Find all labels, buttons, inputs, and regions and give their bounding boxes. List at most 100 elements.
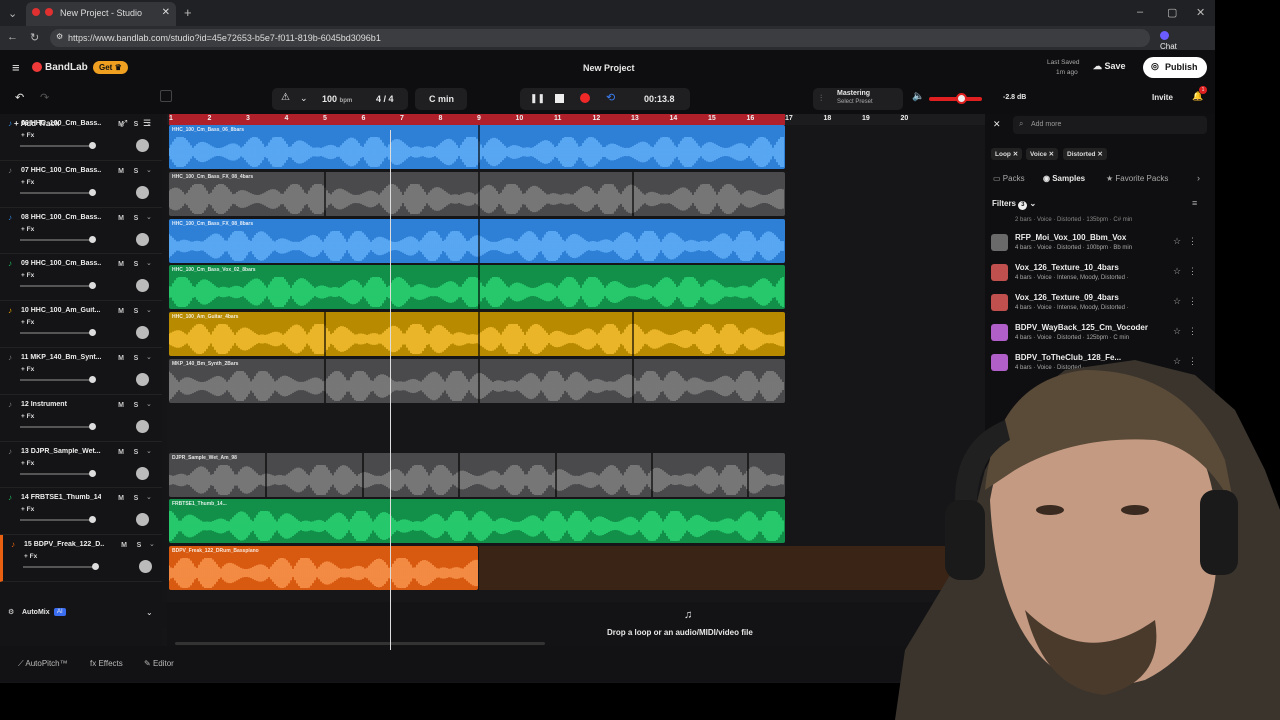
more-options-icon[interactable]: ⋮: [1188, 296, 1197, 307]
tab-packs[interactable]: ▭ Packs: [993, 174, 1025, 183]
search-input[interactable]: ⌕ Add more: [1013, 116, 1207, 134]
bandlab-logo[interactable]: BandLab: [45, 62, 88, 73]
key-selector[interactable]: C min: [415, 88, 467, 110]
address-bar[interactable]: ⚙ https://www.bandlab.com/studio?id=45e7…: [50, 29, 1150, 47]
favorite-star-icon[interactable]: ☆: [1173, 326, 1181, 337]
mute-button[interactable]: M: [119, 541, 129, 551]
bpm-field[interactable]: 100 bpm: [322, 94, 352, 104]
track-volume-knob[interactable]: [89, 422, 96, 430]
audio-clip[interactable]: HHC_100_Cm_Bass_FX_08_4bars: [169, 171, 785, 216]
layout-icon[interactable]: [160, 90, 172, 102]
track-name[interactable]: 07 HHC_100_Cm_Bass...: [21, 167, 101, 174]
mute-button[interactable]: M: [116, 307, 126, 317]
tabs-next-icon[interactable]: ›: [1197, 173, 1200, 183]
back-icon[interactable]: ←: [7, 31, 18, 43]
track-pan-knob[interactable]: [136, 373, 149, 386]
track-row[interactable]: ♪ 12 Instrument + Fx M S ⌄: [0, 395, 162, 442]
track-row[interactable]: ♪ 08 HHC_100_Cm_Bass... + Fx M S ⌄: [0, 208, 162, 255]
mute-button[interactable]: M: [116, 494, 126, 504]
track-volume-slider[interactable]: [20, 519, 94, 522]
mute-button[interactable]: M: [116, 448, 126, 458]
mastering-button[interactable]: ⫶ Mastering Select Preset: [813, 88, 903, 110]
track-name[interactable]: 09 HHC_100_Cm_Bass...: [21, 260, 101, 267]
track-volume-knob[interactable]: [89, 469, 96, 477]
track-volume-slider[interactable]: [20, 285, 94, 288]
track-pan-knob[interactable]: [136, 513, 149, 527]
filter-chip-distorted[interactable]: Distorted ✕: [1063, 148, 1107, 160]
track-name[interactable]: 10 HHC_100_Am_Guit...: [21, 307, 101, 314]
track-name[interactable]: 11 MKP_140_Bm_Synt...: [21, 354, 101, 361]
mute-button[interactable]: M: [116, 214, 126, 224]
track-name[interactable]: 12 Instrument: [21, 401, 101, 408]
sample-item[interactable]: Vox_126_Texture_10_4bars 4 bars · Voice …: [991, 262, 1205, 292]
more-options-icon[interactable]: ⋮: [1188, 236, 1197, 247]
track-row[interactable]: ♪ 06 HHC_100_Cm_Bass... + Fx M S ⌄: [0, 114, 162, 161]
loop-icon[interactable]: ⟲: [606, 91, 615, 104]
tab-samples[interactable]: ◉ Samples: [1043, 174, 1085, 183]
track-fx-button[interactable]: + Fx: [21, 179, 34, 186]
reload-icon[interactable]: ↻: [30, 31, 39, 44]
track-row[interactable]: ♪ 15 BDPV_Freak_122_D... + Fx M S ⌄: [0, 535, 162, 582]
track-chevron-icon[interactable]: ⌄: [146, 493, 152, 501]
audio-clip[interactable]: FRBTSE1_Thumb_14...: [169, 499, 785, 544]
close-window-icon[interactable]: ✕: [1196, 6, 1205, 19]
track-row[interactable]: ♪ 11 MKP_140_Bm_Synt... + Fx M S ⌄: [0, 348, 162, 395]
playhead[interactable]: [390, 130, 391, 650]
favorite-star-icon[interactable]: ☆: [1173, 236, 1181, 247]
sample-item[interactable]: Vox_126_Texture_09_4bars 4 bars · Voice …: [991, 292, 1205, 322]
track-fx-button[interactable]: + Fx: [21, 132, 34, 139]
autopitch-button[interactable]: ⟋ AutoPitch™: [18, 659, 68, 669]
metronome-chevron-icon[interactable]: ⌄: [300, 93, 308, 104]
audio-clip[interactable]: HHC_100_Cm_Bass_FX_08_8bars: [169, 218, 785, 263]
track-volume-slider[interactable]: [20, 145, 94, 147]
save-button[interactable]: ☁ Save: [1093, 61, 1126, 72]
track-fx-button[interactable]: + Fx: [21, 272, 34, 279]
track-volume-slider[interactable]: [20, 238, 94, 241]
mute-button[interactable]: M: [116, 401, 126, 411]
master-volume-slider[interactable]: [929, 93, 982, 104]
maximize-icon[interactable]: ▢: [1167, 6, 1177, 19]
solo-button[interactable]: S: [131, 167, 141, 177]
track-row[interactable]: ♪ 09 HHC_100_Cm_Bass... + Fx M S ⌄: [0, 254, 162, 302]
sample-item[interactable]: RFP_Moi_Vox_100_Bbm_Vox 4 bars · Voice ·…: [991, 232, 1205, 262]
filter-chip-loop[interactable]: Loop ✕: [991, 148, 1023, 160]
track-fx-button[interactable]: + Fx: [21, 226, 34, 233]
track-name[interactable]: 15 BDPV_Freak_122_D...: [24, 541, 104, 548]
minimize-icon[interactable]: –: [1137, 6, 1143, 18]
more-options-icon[interactable]: ⋮: [1188, 266, 1197, 277]
track-chevron-icon[interactable]: ⌄: [146, 400, 152, 408]
track-volume-slider[interactable]: [23, 566, 97, 569]
automix-label[interactable]: AutoMix: [22, 609, 50, 616]
track-row[interactable]: ♪ 13 DJPR_Sample_Wet... + Fx M S ⌄: [0, 442, 162, 489]
track-fx-button[interactable]: + Fx: [21, 319, 34, 326]
track-fx-button[interactable]: + Fx: [21, 413, 34, 420]
chat-button[interactable]: Chat: [1160, 31, 1188, 51]
track-volume-knob[interactable]: [89, 282, 96, 290]
solo-button[interactable]: S: [131, 354, 141, 364]
sample-item[interactable]: BDPV_WayBack_125_Cm_Vocoder 4 bars · Voi…: [991, 322, 1205, 352]
project-title[interactable]: New Project: [583, 63, 635, 73]
volume-knob[interactable]: [955, 93, 967, 104]
solo-button[interactable]: S: [134, 541, 144, 551]
track-volume-slider[interactable]: [20, 425, 94, 428]
track-volume-knob[interactable]: [89, 516, 96, 524]
get-membership-button[interactable]: Get ♛: [93, 61, 128, 74]
track-fx-button[interactable]: + Fx: [21, 506, 34, 513]
track-pan-knob[interactable]: [136, 185, 149, 199]
track-chevron-icon[interactable]: ⌄: [146, 353, 152, 361]
track-chevron-icon[interactable]: ⌄: [146, 213, 152, 221]
track-chevron-icon[interactable]: ⌄: [146, 306, 152, 314]
ruler[interactable]: 1 2 3 4 5 6 7 8 9 10 11 12 13 14 15 16 17 18 19 20: [167, 114, 985, 125]
track-name[interactable]: 06 HHC_100_Cm_Bass...: [21, 120, 101, 127]
audio-clip[interactable]: DJPR_Sample_Wet_Am_98: [169, 452, 785, 497]
solo-button[interactable]: S: [131, 214, 141, 224]
automix-settings-icon[interactable]: ⚙: [8, 608, 14, 616]
track-row[interactable]: ♪ 14 FRBTSE1_Thumb_14... + Fx M S ⌄: [0, 488, 162, 536]
track-fx-button[interactable]: + Fx: [21, 460, 34, 467]
mute-button[interactable]: M: [116, 120, 126, 130]
tab-list-icon[interactable]: ⌄: [8, 7, 17, 20]
track-name[interactable]: 14 FRBTSE1_Thumb_14...: [21, 494, 101, 501]
mute-button[interactable]: M: [116, 167, 126, 177]
solo-button[interactable]: S: [131, 307, 141, 317]
track-name[interactable]: 13 DJPR_Sample_Wet...: [21, 448, 101, 455]
